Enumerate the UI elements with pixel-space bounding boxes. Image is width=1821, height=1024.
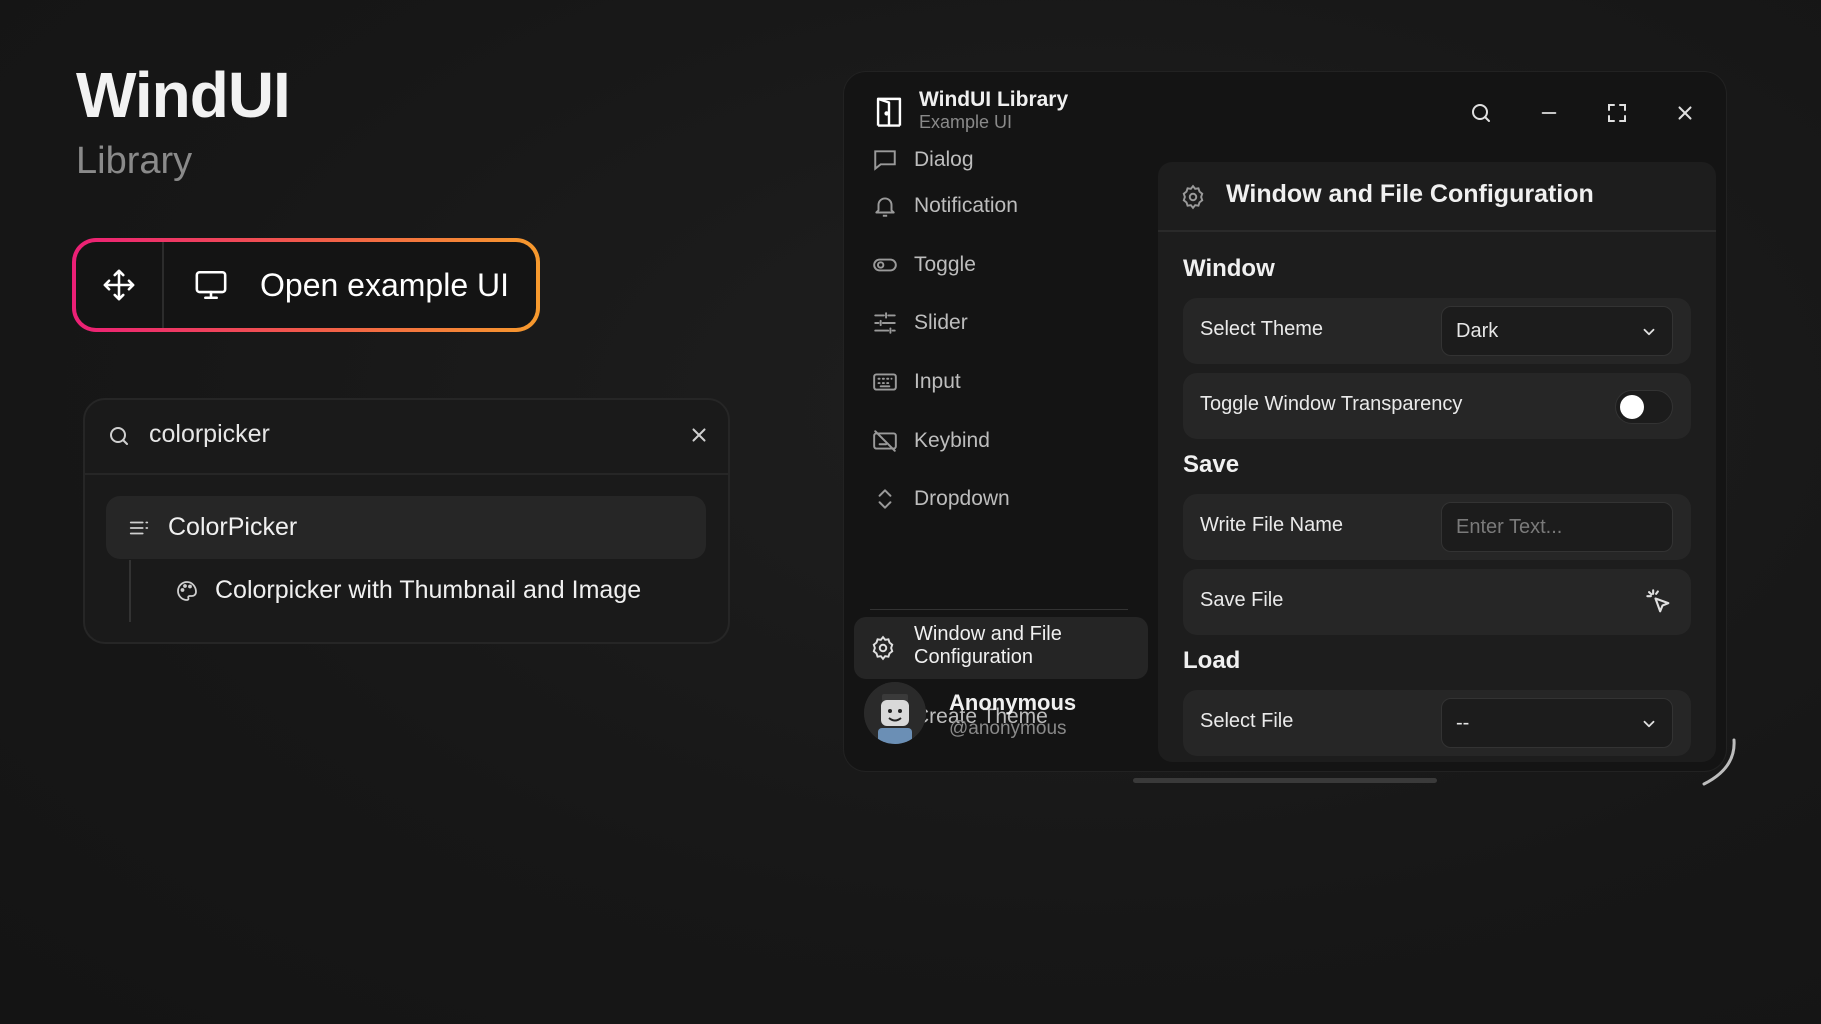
bell-icon: [875, 197, 895, 217]
select-file-value: --: [1456, 712, 1470, 734]
window-title: WindUI Library: [919, 88, 1069, 111]
user-handle: @anonymous: [949, 718, 1067, 739]
chevron-down-icon: [1643, 720, 1655, 728]
sidebar-item-dialog[interactable]: Dialog: [872, 150, 974, 180]
door-icon: [876, 97, 902, 127]
minimize-button[interactable]: [1534, 98, 1564, 128]
sliders-icon: [874, 312, 896, 334]
search-input[interactable]: colorpicker: [85, 400, 728, 475]
sidebar-item-label: Notification: [914, 194, 1018, 217]
select-file-dropdown[interactable]: --: [1441, 698, 1673, 748]
search-value: colorpicker: [149, 420, 270, 448]
avatar-image: [864, 682, 926, 744]
toggle-knob: [1620, 395, 1644, 419]
chevron-down-icon: [1643, 328, 1655, 336]
sidebar-item-toggle[interactable]: Toggle: [872, 245, 976, 285]
open-example-ui-label: Open example UI: [260, 266, 510, 303]
monitor-icon: [195, 270, 227, 300]
search-panel: colorpicker ColorPicker Colorpicker with…: [83, 398, 730, 644]
search-result-category-label: ColorPicker: [168, 513, 298, 541]
transparency-row: Toggle Window Transparency: [1183, 373, 1691, 439]
sidebar-item-notification[interactable]: Notification: [872, 186, 1018, 226]
content-header: Window and File Configuration: [1158, 162, 1716, 232]
sidebar-item-window-config[interactable]: Window and File Configuration: [854, 617, 1148, 679]
sidebar-item-label: Dropdown: [914, 487, 1010, 510]
window-titlebar[interactable]: WindUI Library Example UI: [844, 72, 1726, 152]
example-window: WindUI Library Example UI Dialog Notific…: [844, 72, 1726, 771]
drag-handle[interactable]: [76, 242, 164, 328]
pointer-click-icon: [1646, 589, 1670, 613]
toggle-icon: [873, 258, 897, 272]
tree-connector: [129, 560, 131, 622]
search-icon: [110, 427, 128, 445]
section-load-title: Load: [1183, 647, 1241, 674]
keybind-icon: [873, 430, 897, 452]
search-icon: [1472, 104, 1490, 122]
move-icon: [103, 269, 135, 301]
page-title: Window and File Configuration: [1226, 180, 1594, 208]
search-result-item-label: Colorpicker with Thumbnail and Image: [215, 576, 642, 604]
user-name: Anonymous: [949, 690, 1077, 715]
sidebar-item-slider[interactable]: Slider: [872, 303, 968, 343]
resize-handle-icon[interactable]: [1690, 738, 1740, 788]
message-icon: [874, 150, 896, 171]
select-theme-label: Select Theme: [1200, 318, 1324, 340]
file-name-label: Write File Name: [1200, 514, 1343, 536]
content-panel: Window and File Configuration Window Sel…: [1158, 162, 1716, 762]
sidebar-item-keybind[interactable]: Keybind: [872, 421, 990, 461]
window-subtitle: Example UI: [919, 112, 1013, 132]
palette-icon: [177, 580, 197, 601]
file-name-input[interactable]: Enter Text...: [1441, 502, 1673, 552]
file-name-row: Write File Name Enter Text...: [1183, 494, 1691, 560]
sidebar-item-label: Toggle: [914, 253, 976, 276]
app-subtitle: Library: [76, 140, 193, 182]
sidebar-item-label: Keybind: [914, 429, 990, 452]
search-result-category[interactable]: ColorPicker: [106, 496, 706, 559]
sidebar-item-label: Dialog: [914, 150, 974, 171]
close-icon: [1678, 106, 1692, 120]
list-icon: [129, 521, 149, 534]
avatar[interactable]: [864, 682, 926, 744]
clear-search-icon[interactable]: [688, 424, 710, 446]
window-scrollbar[interactable]: [1133, 778, 1437, 783]
sidebar-divider: [870, 609, 1128, 610]
app-title: WindUI: [76, 59, 291, 131]
transparency-toggle[interactable]: [1615, 390, 1673, 424]
sidebar-item-label: Window and File Configuration: [914, 623, 1062, 668]
sidebar: Dialog Notification Toggle Slider Input …: [844, 150, 1154, 771]
transparency-label: Toggle Window Transparency: [1200, 393, 1463, 415]
sidebar-item-input[interactable]: Input: [872, 362, 961, 402]
select-file-label: Select File: [1200, 710, 1294, 732]
maximize-icon: [1608, 104, 1626, 122]
section-save-title: Save: [1183, 451, 1240, 478]
select-file-row: Select File --: [1183, 690, 1691, 756]
gear-icon: [872, 635, 894, 661]
select-theme-row: Select Theme Dark: [1183, 298, 1691, 364]
save-file-label: Save File: [1200, 589, 1284, 611]
open-example-ui-button[interactable]: Open example UI: [72, 238, 540, 332]
sidebar-item-dropdown[interactable]: Dropdown: [872, 479, 1010, 519]
gear-icon: [1182, 184, 1204, 210]
sidebar-item-label: Input: [914, 370, 961, 393]
keyboard-icon: [873, 373, 897, 391]
search-result-item[interactable]: Colorpicker with Thumbnail and Image: [175, 576, 641, 605]
save-file-button[interactable]: Save File: [1183, 569, 1691, 635]
close-button[interactable]: [1670, 98, 1700, 128]
select-theme-value: Dark: [1456, 320, 1499, 342]
select-theme-dropdown[interactable]: Dark: [1441, 306, 1673, 356]
chevrons-icon: [878, 489, 892, 509]
sidebar-item-label: Slider: [914, 311, 968, 334]
file-name-placeholder: Enter Text...: [1456, 516, 1563, 538]
section-window-title: Window: [1183, 255, 1275, 282]
minimize-icon: [1541, 112, 1557, 114]
maximize-button[interactable]: [1602, 98, 1632, 128]
window-search-button[interactable]: [1466, 98, 1496, 128]
